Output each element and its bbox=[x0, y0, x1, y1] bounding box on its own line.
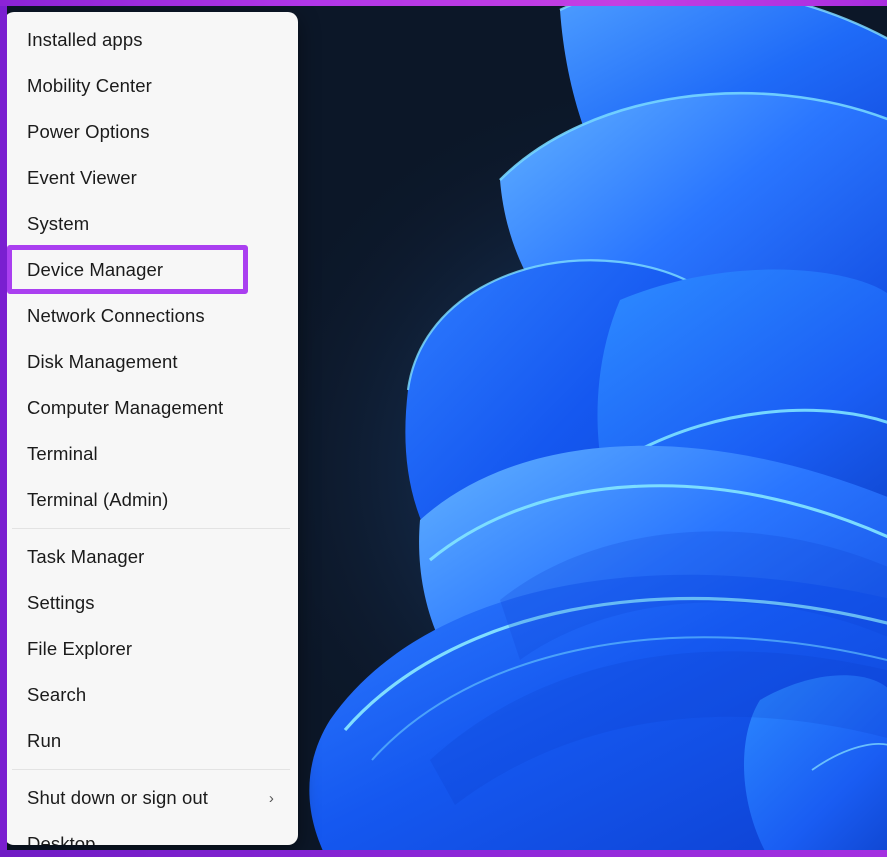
menu-item-power-options[interactable]: Power Options bbox=[4, 109, 298, 155]
menu-item-label: Mobility Center bbox=[27, 75, 152, 96]
menu-item-label: Search bbox=[27, 684, 87, 705]
menu-item-desktop[interactable]: Desktop bbox=[4, 821, 298, 845]
menu-item-label: Power Options bbox=[27, 121, 150, 142]
screenshot-root: Installed apps Mobility Center Power Opt… bbox=[0, 0, 887, 857]
menu-item-run[interactable]: Run bbox=[4, 718, 298, 764]
menu-group-tools: Task Manager Settings File Explorer Sear… bbox=[4, 529, 298, 769]
menu-item-label: Installed apps bbox=[27, 29, 143, 50]
menu-item-installed-apps[interactable]: Installed apps bbox=[4, 17, 298, 63]
menu-item-file-explorer[interactable]: File Explorer bbox=[4, 626, 298, 672]
menu-item-label: Shut down or sign out bbox=[27, 787, 209, 808]
menu-group-session: Shut down or sign out › Desktop bbox=[4, 770, 298, 845]
menu-item-mobility-center[interactable]: Mobility Center bbox=[4, 63, 298, 109]
menu-item-terminal[interactable]: Terminal bbox=[4, 431, 298, 477]
menu-item-network-connections[interactable]: Network Connections bbox=[4, 293, 298, 339]
menu-item-label: Event Viewer bbox=[27, 167, 137, 188]
menu-item-search[interactable]: Search bbox=[4, 672, 298, 718]
menu-item-terminal-admin[interactable]: Terminal (Admin) bbox=[4, 477, 298, 523]
menu-item-label: Device Manager bbox=[27, 259, 164, 280]
menu-item-label: Network Connections bbox=[27, 305, 205, 326]
menu-item-label: Terminal bbox=[27, 443, 98, 464]
menu-item-shut-down-or-sign-out[interactable]: Shut down or sign out › bbox=[4, 775, 298, 821]
chevron-right-icon: › bbox=[268, 789, 274, 807]
menu-item-label: Desktop bbox=[27, 833, 96, 845]
menu-item-settings[interactable]: Settings bbox=[4, 580, 298, 626]
menu-item-task-manager[interactable]: Task Manager bbox=[4, 534, 298, 580]
menu-item-device-manager[interactable]: Device Manager bbox=[4, 247, 298, 293]
menu-item-label: System bbox=[27, 213, 90, 234]
menu-item-label: Terminal (Admin) bbox=[27, 489, 169, 510]
win-x-context-menu[interactable]: Installed apps Mobility Center Power Opt… bbox=[4, 12, 298, 845]
menu-item-computer-management[interactable]: Computer Management bbox=[4, 385, 298, 431]
menu-item-label: File Explorer bbox=[27, 638, 133, 659]
menu-item-disk-management[interactable]: Disk Management bbox=[4, 339, 298, 385]
menu-item-event-viewer[interactable]: Event Viewer bbox=[4, 155, 298, 201]
menu-item-system[interactable]: System bbox=[4, 201, 298, 247]
menu-group-system: Installed apps Mobility Center Power Opt… bbox=[4, 12, 298, 528]
menu-item-label: Run bbox=[27, 730, 62, 751]
menu-item-label: Computer Management bbox=[27, 397, 224, 418]
menu-item-label: Settings bbox=[27, 592, 95, 613]
menu-item-label: Disk Management bbox=[27, 351, 178, 372]
menu-item-label: Task Manager bbox=[27, 546, 145, 567]
